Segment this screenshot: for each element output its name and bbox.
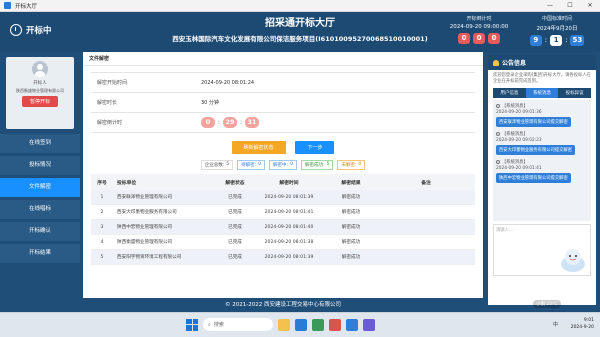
sidebar-item-bid-status[interactable]: 投标情况 [0,156,80,175]
table-row: 2 西安大印墨物业服务有限公司 已完成 2024-09-20 08:01:41 … [91,205,475,220]
beijing-time-block: 中国标准时间 2024年9月20日 9 : 1 : 53 [518,15,596,46]
duration-value: 30 分钟 [201,100,219,106]
notice-panel: 公告信息 欢迎您登录企业采购[集团]开标大厅，请各投标人在企业在开标前完成签到。… [488,55,596,305]
notice-text: 欢迎您登录企业采购[集团]开标大厅，请各投标人在企业在开标前完成签到。 [493,73,591,84]
beijing-date: 2024年9月20日 [536,26,578,32]
stat-decrypting: 解密中: 0 [269,160,297,170]
next-step-button[interactable]: 下一步 [295,141,335,154]
message-list[interactable]: 【系统消息】 2024-09-20 09:01:36 西安联泽物业管理有限公司提… [493,100,591,221]
section-title: 文件解密 [83,52,483,66]
notice-title: 公告信息 [502,60,527,67]
clock-hours: 9 [529,35,542,46]
main-panel: 文件解密 解密开始时间 2024-09-20 08:01:24 解密时长 30 … [83,52,483,298]
countdown-minutes: 29 [223,117,238,128]
stat-total: 企业总数: 5 [200,160,234,170]
sidebar-item-decryption[interactable]: 文件解密 [0,178,80,197]
user-company: 陕西衡盛物业管理有限公司 [16,88,64,93]
countdown-hours: 0 [201,117,215,128]
notice-tabs: 用户信息 系统消息 投标异议 [493,88,591,98]
table-row: 3 陕西中宏物业管理有限公司 已完成 2024-09-20 08:01:40 解… [91,220,475,235]
maximize-button[interactable]: ☐ [560,0,580,12]
table-row: 4 陕西衡盛物业管理有限公司 已完成 2024-09-20 08:01:38 解… [91,235,475,250]
edge-browser-icon[interactable] [295,318,307,331]
message-icon [496,160,500,164]
app-header: 开标中 招采通开标大厅 西安玉林国际汽车文化发展有限公司保洁服务项目(I6101… [0,12,600,52]
avatar [32,61,48,77]
start-time-value: 2024-09-20 08:01:24 [201,79,255,86]
start-time-label: 解密开始时间 [97,80,128,86]
app-icon [4,2,11,9]
decryption-countdown: 0 : 29 : 31 [201,117,260,128]
list-item: 【系统消息】 2024-09-20 09:02:23 西安大印墨物业服务有限公司… [496,131,588,155]
tab-user-info[interactable]: 用户信息 [493,88,526,98]
opening-time-block: 开标倒计时 2024-09-20 09:00:00 0 0 0 [444,15,514,44]
countdown-seconds: 31 [245,117,260,128]
refresh-status-button[interactable]: 刷新解密状态 [231,141,286,154]
duration-label: 解密时长 [97,100,118,106]
footer-copyright: © 2021-2022 西安建设工程交易中心有限公司 [225,302,341,308]
list-item: 【系统消息】 2024-09-20 09:01:36 西安联泽物业管理有限公司提… [496,103,588,127]
table-row: 5 西安阳宇物资环境工程有限公司 已完成 2024-09-20 08:01:39… [91,250,475,265]
weather-widget: 小雨 22°C [533,300,561,308]
sidebar-item-bid-reading[interactable]: 在线唱标 [0,200,80,219]
sidebar-item-results[interactable]: 开标结果 [0,244,80,263]
message-input[interactable]: 请输入... [493,224,591,276]
sidebar: 开标人 陕西衡盛物业管理有限公司 暂停开标 在线签到 投标情况 文件解密 在线唱… [0,52,80,312]
decryption-stats: 企业总数: 5 待解密: 0 解密中: 0 解密成功: 5 未解密: 0 [83,160,483,170]
notice-header: 公告信息 [488,55,596,70]
stat-success: 解密成功: 5 [300,160,334,170]
sidebar-item-confirmation[interactable]: 开标确认 [0,222,80,241]
message-icon [496,104,500,108]
opening-hours: 0 [458,33,470,44]
countdown-label: 解密倒计时 [97,120,123,126]
bidder-table: 序号 投标单位 解密状态 解密时间 解密结果 备注 1 西安联泽物业管理有限公司… [91,174,475,265]
sidebar-nav: 在线签到 投标情况 文件解密 在线唱标 开标确认 开标结果 [0,134,80,263]
beijing-time-label: 中国标准时间 [541,16,572,22]
opening-time-label: 开标倒计时 [466,16,492,22]
message-icon [496,132,500,136]
opening-time-value: 2024-09-20 09:00:00 [449,24,509,30]
opening-minutes: 0 [473,33,485,44]
tab-system-messages[interactable]: 系统消息 [525,88,559,98]
minimize-button[interactable]: — [540,0,560,12]
app-icon-purple[interactable] [363,318,375,331]
taskbar: ⌕ 搜索 中 9:01 2024-9-20 [0,312,600,337]
stat-pending: 待解密: 0 [237,160,266,170]
file-explorer-icon[interactable] [278,318,290,331]
mascot-icon [561,249,585,272]
app-icon-green[interactable] [312,318,324,331]
taskbar-clock[interactable]: 9:01 2024-9-20 [571,317,594,331]
clock-seconds: 53 [570,35,585,46]
bell-icon [493,59,499,66]
stat-not-decrypted: 未解密: 0 [337,160,366,170]
window-titlebar: 开标大厅 — ☐ ✕ [0,0,600,12]
start-menu-icon[interactable] [186,318,198,331]
user-card: 开标人 陕西衡盛物业管理有限公司 暂停开标 [6,57,74,129]
search-icon: ⌕ [208,321,211,328]
input-language[interactable]: 中 [553,321,558,328]
app-icon-red[interactable] [329,318,341,331]
close-button[interactable]: ✕ [580,0,600,12]
tab-objections[interactable]: 投标异议 [558,88,591,98]
user-role: 开标人 [33,81,47,86]
table-header: 序号 投标单位 解密状态 解密时间 解密结果 备注 [91,174,475,190]
table-row: 1 西安联泽物业管理有限公司 已完成 2024-09-20 08:01:39 解… [91,190,475,205]
sidebar-item-sign-in[interactable]: 在线签到 [0,134,80,153]
clock-minutes: 1 [550,35,563,46]
window-title: 开标大厅 [15,3,38,10]
opening-seconds: 0 [488,33,500,44]
taskbar-search[interactable]: ⌕ 搜索 [203,318,273,331]
decryption-info: 解密开始时间 2024-09-20 08:01:24 解密时长 30 分钟 解密… [91,72,475,133]
pause-opening-button[interactable]: 暂停开标 [21,96,58,107]
app-icon-blue[interactable] [346,318,358,331]
list-item: 【系统消息】 2024-09-20 09:01:41 陕西中宏物业管理有限公司提… [496,159,588,183]
